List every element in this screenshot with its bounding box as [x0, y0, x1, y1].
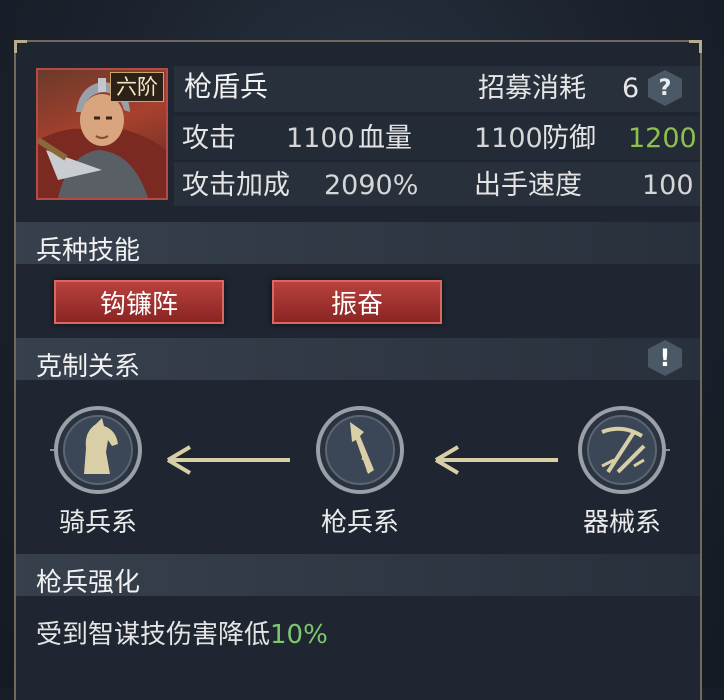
emblem-label-cavalry: 骑兵系: [58, 508, 137, 538]
unit-portrait[interactable]: 六阶: [36, 68, 168, 200]
counter-section-header: 克制关系: [16, 338, 700, 382]
skill-label: 振奋: [330, 289, 383, 320]
emblem-spear[interactable]: [312, 402, 408, 498]
skill-button-inspire[interactable]: 振奋: [272, 280, 442, 324]
attack-bonus-value: 2090%: [324, 170, 419, 201]
emblem-siege[interactable]: [574, 402, 670, 498]
stat-row-band: [174, 116, 700, 160]
hp-label: 血量: [358, 123, 412, 154]
tier-badge: 六阶: [110, 72, 164, 102]
crossbow-icon: [578, 406, 670, 494]
attack-bonus-label: 攻击加成: [182, 170, 290, 201]
arrow-left-icon: [434, 445, 558, 475]
recruit-cost-value: 6: [622, 73, 640, 104]
spear-icon: [316, 406, 404, 494]
emblem-cavalry[interactable]: [50, 402, 146, 498]
defense-label: 防御: [542, 123, 596, 154]
skill-button-hook-formation[interactable]: 钩镰阵: [54, 280, 224, 324]
enhance-section-header: 枪兵强化: [16, 554, 700, 598]
attack-value: 1100: [286, 123, 355, 154]
recruit-cost-label: 招募消耗: [478, 73, 586, 104]
skills-section-title: 兵种技能: [36, 236, 141, 266]
enhance-section-title: 枪兵强化: [36, 568, 141, 598]
horse-icon: [50, 406, 142, 494]
enhance-effect-text: 受到智谋技伤害降低10%: [36, 622, 328, 648]
emblem-label-spear: 枪兵系: [320, 508, 399, 538]
counter-section-title: 克制关系: [36, 352, 141, 382]
skill-label: 钩镰阵: [99, 289, 178, 320]
game-screen: { "unit": { "tier": "六阶", "name": "枪盾兵",…: [0, 0, 724, 700]
skills-section-header: 兵种技能: [16, 222, 700, 266]
enhance-effect-value: 10%: [270, 620, 328, 650]
exclamation-icon: !: [659, 344, 671, 372]
speed-label: 出手速度: [474, 170, 582, 201]
enhance-effect-prefix: 受到智谋技伤害降低: [36, 620, 271, 650]
defense-value: 1200: [628, 123, 697, 154]
corner-ornament: [14, 40, 27, 53]
emblem-label-siege: 器械系: [582, 508, 661, 538]
speed-value: 100: [642, 170, 694, 201]
question-icon: ?: [658, 75, 672, 101]
unit-name: 枪盾兵: [184, 70, 269, 103]
arrow-left-icon: [166, 445, 290, 475]
hp-value: 1100: [474, 123, 543, 154]
corner-ornament: [689, 40, 702, 53]
attack-label: 攻击: [182, 123, 236, 154]
unit-detail-panel: 六阶 枪盾兵 招募消耗 6 ? 攻击 1100 血量 1100 防御 1200 …: [14, 40, 702, 700]
